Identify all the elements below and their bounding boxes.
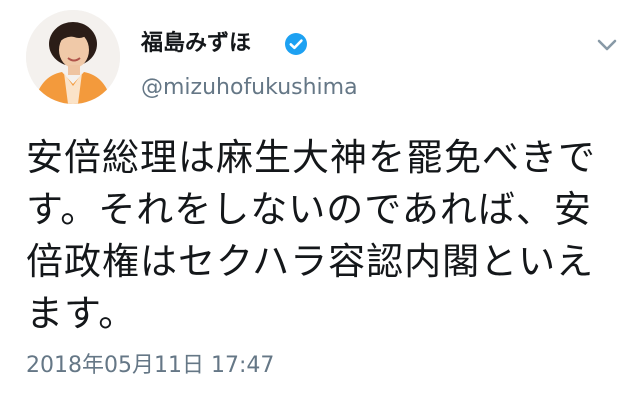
tweet-timestamp[interactable]: 2018年05月11日 17:47 xyxy=(26,352,274,380)
tweet-text-line: 倍政権はセクハラ容認内閣といえ xyxy=(26,240,595,283)
display-name[interactable]: 福島みずほ xyxy=(141,30,251,58)
chevron-down-icon[interactable] xyxy=(593,35,621,55)
user-handle[interactable]: @mizuhofukushima xyxy=(141,74,358,102)
tweet-text-line: ます。 xyxy=(26,292,137,335)
profile-photo xyxy=(26,10,120,104)
tweet-card: 福島みずほ @mizuhofukushima 安倍総理は麻生大神を罷免べきで す… xyxy=(0,0,640,402)
tweet-text-line: 安倍総理は麻生大神を罷免べきで xyxy=(26,136,596,179)
tweet-text: 安倍総理は麻生大神を罷免べきで す。それをしないのであれば、安 倍政権はセクハラ… xyxy=(26,132,626,340)
avatar[interactable] xyxy=(26,10,120,104)
tweet-text-line: す。それをしないのであれば、安 xyxy=(26,188,592,231)
verified-badge-icon xyxy=(285,33,307,55)
